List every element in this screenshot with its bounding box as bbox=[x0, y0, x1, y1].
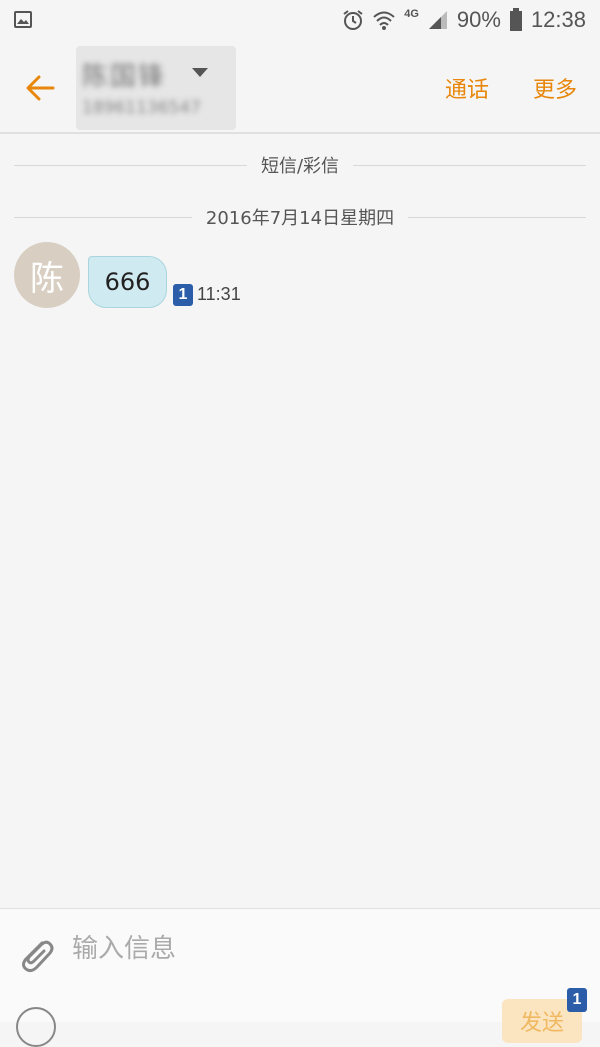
message-time: 11:31 bbox=[197, 284, 241, 304]
clock: 12:38 bbox=[530, 7, 586, 32]
message-composer: 发送 bbox=[0, 908, 600, 1047]
arrow-left-icon bbox=[26, 75, 55, 101]
paperclip-icon[interactable] bbox=[16, 933, 56, 975]
battery-percent: 90% bbox=[456, 7, 501, 32]
contact-name: 陈国锋 bbox=[82, 62, 167, 92]
wifi-icon bbox=[373, 11, 395, 30]
network-type: 4G bbox=[404, 8, 419, 20]
caret-down-icon bbox=[192, 68, 208, 77]
divider-line bbox=[14, 216, 192, 218]
divider-line bbox=[353, 164, 587, 166]
battery-icon bbox=[509, 8, 522, 31]
sim-badge: 1 bbox=[173, 284, 193, 306]
call-button[interactable]: 通话 bbox=[445, 72, 489, 104]
channel-divider: 短信/彩信 bbox=[14, 153, 587, 177]
more-button[interactable]: 更多 bbox=[533, 72, 577, 104]
divider-line bbox=[408, 216, 587, 218]
back-button[interactable] bbox=[20, 68, 60, 108]
send-sim-badge[interactable]: 1 bbox=[567, 988, 587, 1012]
gallery-icon bbox=[14, 11, 32, 28]
status-bar: 4G 90% 12:38 bbox=[0, 0, 600, 40]
message-input[interactable] bbox=[70, 929, 490, 969]
alarm-icon bbox=[343, 10, 363, 30]
message-bubble[interactable]: 666 bbox=[88, 256, 167, 308]
date-label: 2016年7月14日星期四 bbox=[205, 208, 395, 229]
signal-icon bbox=[428, 11, 447, 29]
date-divider: 2016年7月14日星期四 bbox=[14, 205, 587, 229]
divider-line bbox=[14, 164, 247, 166]
contact-avatar[interactable]: 陈 bbox=[14, 242, 80, 308]
emoji-icon[interactable] bbox=[16, 1007, 56, 1047]
conversation-header: 陈国锋 18961136547 通话 更多 bbox=[0, 40, 600, 134]
contact-selector[interactable]: 陈国锋 18961136547 bbox=[76, 46, 236, 130]
channel-label: 短信/彩信 bbox=[260, 156, 340, 177]
contact-number: 18961136547 bbox=[82, 98, 201, 118]
